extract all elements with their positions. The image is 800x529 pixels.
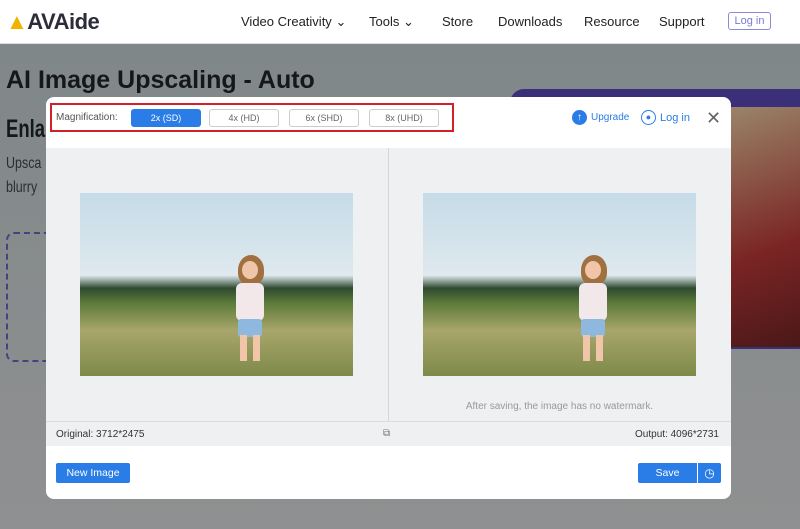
site-header: ▲AVAide Video Creativity ⌄ Tools ⌄ Store… — [0, 0, 800, 44]
upgrade-label: Upgrade — [591, 112, 630, 123]
nav-store[interactable]: Store — [442, 14, 473, 29]
magnification-label: Magnification: — [56, 112, 118, 123]
nav-label: Tools — [369, 14, 400, 29]
dialog-login-link[interactable]: ● Log in — [641, 110, 690, 125]
user-icon: ● — [641, 110, 656, 125]
copy-icon[interactable]: ⧉ — [383, 428, 390, 439]
logo-text: AVAide — [27, 9, 100, 34]
nav-label: Video Creativity — [241, 14, 332, 29]
upscale-dialog: Magnification: 2x (SD) 4x (HD) 6x (SHD) … — [46, 97, 731, 499]
mag-8x-button[interactable]: 8x (UHD) — [369, 109, 439, 127]
login-label: Log in — [660, 111, 690, 124]
watermark-note: After saving, the image has no watermark… — [465, 401, 654, 412]
nav-support[interactable]: Support — [659, 14, 705, 29]
chevron-down-icon: ⌄ — [402, 14, 414, 29]
nav-resource[interactable]: Resource — [584, 14, 640, 29]
clock-icon[interactable]: ◷ — [698, 463, 721, 483]
save-button[interactable]: Save — [638, 463, 697, 483]
original-size: Original: 3712*2475 — [56, 429, 145, 440]
new-image-button[interactable]: New Image — [56, 463, 130, 483]
chevron-down-icon: ⌄ — [335, 14, 347, 29]
child-figure — [220, 255, 280, 375]
original-image — [80, 193, 353, 376]
hero-title-line2: Enla — [6, 115, 46, 143]
mag-6x-button[interactable]: 6x (SHD) — [289, 109, 359, 127]
upscaled-image — [423, 193, 696, 376]
output-size: Output: 4096*2731 — [635, 429, 719, 440]
nav-tools[interactable]: Tools ⌄ — [369, 14, 414, 30]
promo-photo — [730, 107, 800, 347]
info-bar: Original: 3712*2475 ⧉ Output: 4096*2731 — [46, 421, 731, 446]
image-compare-area: After saving, the image has no watermark… — [46, 148, 731, 421]
upgrade-link[interactable]: ↑ Upgrade — [572, 110, 629, 125]
mag-4x-button[interactable]: 4x (HD) — [209, 109, 279, 127]
mag-2x-button[interactable]: 2x (SD) — [131, 109, 201, 127]
hero-text-line2: blurry — [6, 179, 38, 196]
close-icon[interactable]: ✕ — [706, 108, 721, 129]
compare-divider[interactable] — [388, 148, 389, 421]
nav-downloads[interactable]: Downloads — [498, 14, 562, 29]
child-figure — [563, 255, 623, 375]
header-login-button[interactable]: Log in — [728, 12, 771, 30]
hero-text-line1: Upsca — [6, 155, 42, 172]
hero-title-line1: AI Image Upscaling - Auto — [6, 66, 315, 94]
nav-video-creativity[interactable]: Video Creativity ⌄ — [241, 14, 346, 30]
upgrade-arrow-icon: ↑ — [572, 110, 587, 125]
logo[interactable]: ▲AVAide — [6, 9, 100, 35]
